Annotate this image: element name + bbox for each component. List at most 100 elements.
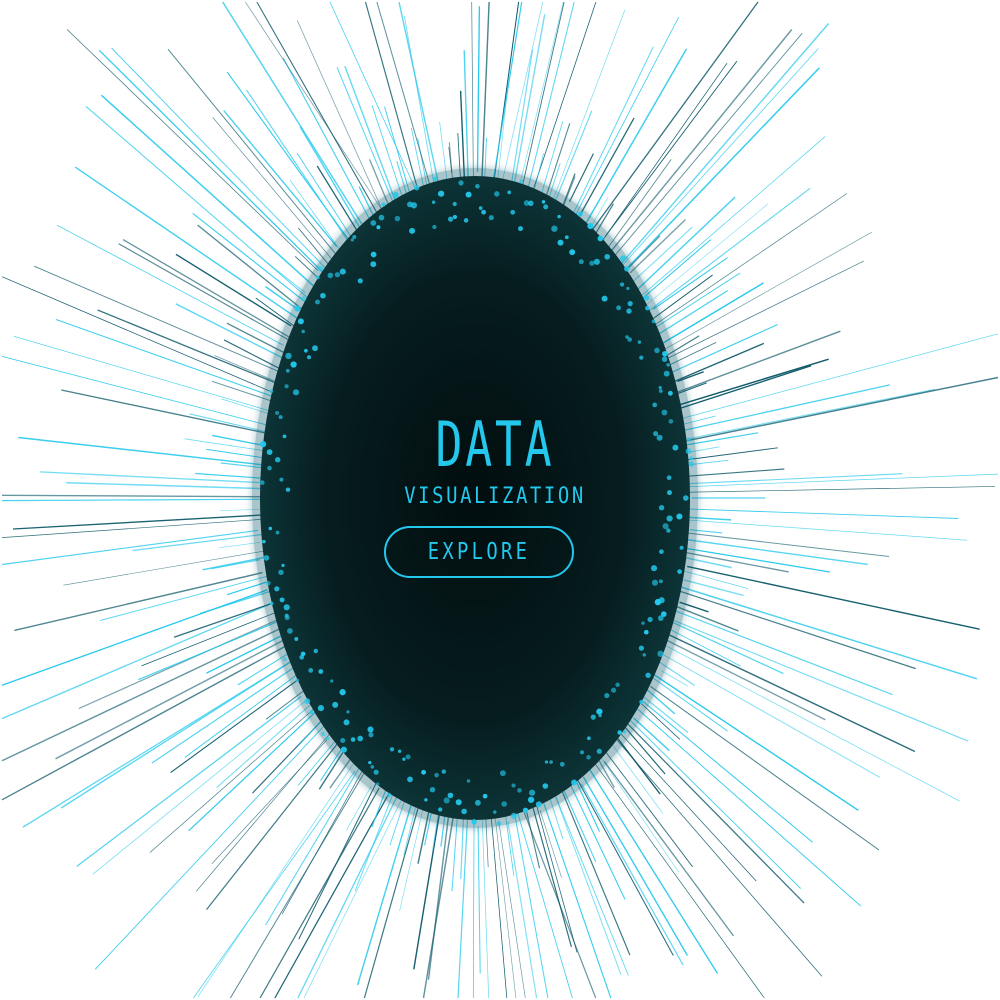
burst-dot <box>481 209 486 215</box>
burst-dot <box>604 253 611 260</box>
burst-dot <box>604 693 610 699</box>
burst-dot <box>312 345 318 352</box>
burst-ray <box>76 695 302 867</box>
burst-dot <box>376 782 380 786</box>
burst-ray <box>206 728 350 910</box>
burst-ray <box>577 48 688 237</box>
burst-dot <box>559 761 565 767</box>
burst-dot <box>578 259 584 265</box>
burst-ray <box>525 1 575 198</box>
burst-dot <box>282 657 287 662</box>
burst-dot <box>294 305 301 312</box>
burst-dot <box>326 736 330 741</box>
burst-dot <box>586 736 591 741</box>
burst-ray <box>12 513 277 530</box>
burst-dot <box>590 714 596 720</box>
burst-dot <box>598 713 602 718</box>
burst-dot <box>320 292 326 299</box>
burst-dot <box>510 812 518 820</box>
burst-dot <box>496 821 502 826</box>
burst-ray <box>618 67 820 278</box>
burst-dot <box>447 792 454 799</box>
burst-dot <box>658 389 663 393</box>
burst-dot <box>542 783 549 789</box>
burst-dot <box>301 329 305 334</box>
burst-dot <box>577 211 583 217</box>
burst-dot <box>283 604 290 611</box>
burst-dot <box>478 206 483 210</box>
burst-ray <box>111 47 326 269</box>
burst-ray <box>650 685 880 851</box>
burst-dot <box>317 265 324 272</box>
burst-dot <box>657 650 664 657</box>
burst-dot <box>321 731 326 737</box>
burst-dot <box>596 748 602 754</box>
burst-ray <box>336 67 394 202</box>
burst-dot <box>378 214 385 221</box>
burst-dot <box>317 704 325 712</box>
burst-dot <box>269 601 274 606</box>
burst-ray <box>613 736 823 977</box>
burst-dot <box>643 295 650 301</box>
burst-dot <box>327 272 334 279</box>
burst-ray <box>603 748 693 868</box>
burst-dot <box>424 798 428 802</box>
burst-ray <box>223 110 338 248</box>
burst-dot <box>290 361 297 368</box>
burst-dot <box>493 810 497 814</box>
burst-dot <box>452 201 457 207</box>
burst-dot <box>278 415 283 420</box>
burst-dot <box>667 390 673 396</box>
burst-dot <box>663 370 670 377</box>
burst-dot <box>278 569 284 576</box>
burst-dot <box>517 788 522 793</box>
burst-dot <box>657 615 664 621</box>
burst-ray <box>639 193 848 336</box>
burst-dot <box>262 539 266 544</box>
burst-dot <box>295 678 300 683</box>
burst-dot <box>617 730 622 735</box>
burst-ray <box>193 770 356 999</box>
burst-dot <box>441 769 447 774</box>
burst-dot <box>429 786 436 793</box>
burst-dot <box>370 261 377 268</box>
burst-ray <box>619 732 757 882</box>
burst-dot <box>626 286 630 291</box>
burst-ray <box>555 796 629 976</box>
burst-ray <box>608 29 793 255</box>
burst-ray <box>1 593 293 720</box>
burst-ray <box>175 303 290 362</box>
burst-ray <box>680 546 831 573</box>
burst-ray <box>481 806 490 999</box>
burst-dot <box>357 735 364 742</box>
burst-ray <box>497 75 510 180</box>
burst-ray <box>670 333 999 422</box>
burst-dot <box>339 689 346 696</box>
burst-dot <box>661 356 668 362</box>
burst-dot <box>637 340 642 344</box>
burst-dot <box>368 732 374 738</box>
burst-ray <box>356 790 416 986</box>
burst-ray <box>678 384 890 433</box>
burst-dot <box>367 726 374 733</box>
burst-dot <box>281 563 285 568</box>
burst-dot <box>339 268 346 275</box>
burst-ray <box>14 571 263 632</box>
burst-dot <box>410 202 418 209</box>
burst-dot <box>402 757 406 761</box>
burst-dot <box>330 679 334 683</box>
burst-dot <box>666 363 671 367</box>
burst-dot <box>284 384 289 389</box>
burst-dot <box>463 218 469 223</box>
hero-content: DATA VISUALIZATION EXPLORE <box>300 400 690 600</box>
burst-dot <box>421 769 427 775</box>
burst-dot <box>332 701 339 708</box>
burst-dot <box>315 275 320 280</box>
burst-dot <box>549 760 553 764</box>
burst-dot <box>274 586 280 592</box>
burst-dot <box>571 779 578 786</box>
burst-dot <box>437 190 445 197</box>
burst-ray <box>585 750 765 999</box>
explore-button[interactable]: EXPLORE <box>384 526 574 578</box>
burst-dot <box>518 226 523 232</box>
